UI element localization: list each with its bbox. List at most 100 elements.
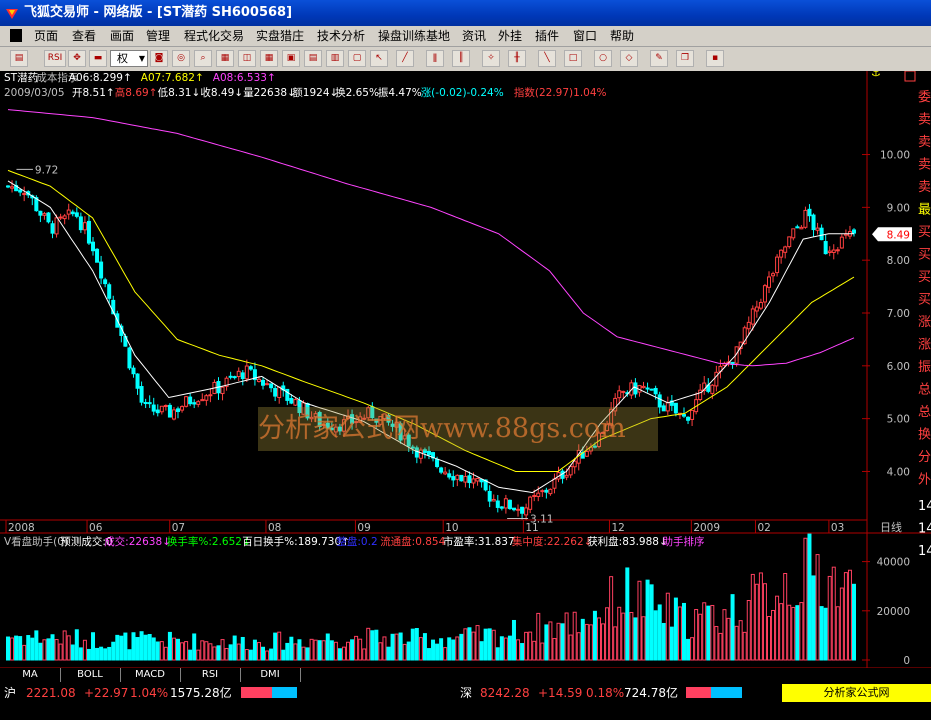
periodicity-label: 日线: [880, 520, 902, 534]
tab-boll[interactable]: BOLL: [60, 668, 121, 682]
volume-bar: [10, 637, 15, 661]
candle-body: [491, 498, 496, 502]
copy-icon[interactable]: ❐: [676, 50, 694, 67]
window-icon[interactable]: ◫: [238, 50, 256, 67]
volume-bar: [592, 610, 597, 661]
menu-item-9[interactable]: 外挂: [494, 26, 526, 46]
right-panel-label: 委: [918, 90, 931, 105]
volume-bar: [734, 625, 739, 661]
volume-bar: [625, 567, 630, 661]
volume-bar: [702, 602, 707, 661]
monitor-icon[interactable]: ▢: [348, 50, 366, 67]
chart-icon[interactable]: ◎: [172, 50, 190, 67]
cursor-icon[interactable]: ↖: [370, 50, 388, 67]
menu-item-0[interactable]: 页面: [30, 26, 62, 46]
minus-icon[interactable]: ▬: [89, 50, 107, 67]
x-tick-label: 12: [611, 522, 624, 534]
kline-chart[interactable]: ST潜药成本指示A06:8.299↑ A07:7.682↑ A08:6.533↑20…: [0, 71, 931, 668]
volume-header-item: 市盈率:31.837: [443, 535, 515, 548]
volume-bar: [333, 641, 338, 661]
tab-dmi[interactable]: DMI: [240, 668, 301, 682]
calc-icon[interactable]: ▤: [304, 50, 322, 67]
menu-item-8[interactable]: 资讯: [458, 26, 490, 46]
text-tool-icon[interactable]: ǁ: [426, 50, 444, 67]
candle-body: [507, 499, 512, 510]
volume-bar: [329, 640, 334, 661]
save-icon[interactable]: ▪: [706, 50, 724, 67]
candle-body: [673, 402, 678, 414]
volume-bar: [795, 605, 800, 661]
volume-bar: [819, 606, 824, 661]
info-line2-item: 指数(22.97)1.04%: [514, 86, 607, 99]
document-icon[interactable]: [10, 29, 22, 42]
tab-rsi[interactable]: RSI: [180, 668, 241, 682]
candle-body: [103, 279, 108, 285]
menu-item-4[interactable]: 程式化交易: [180, 26, 248, 46]
candle-body: [200, 399, 205, 402]
volume-bar: [350, 639, 355, 661]
open-icon[interactable]: ▤: [10, 50, 28, 67]
layers-icon[interactable]: ▦: [216, 50, 234, 67]
erase-icon[interactable]: ◇: [620, 50, 638, 67]
menu-item-6[interactable]: 技术分析: [313, 26, 369, 46]
rsi-label: RSI: [47, 53, 63, 63]
volume-bar: [601, 623, 606, 661]
candle-body: [256, 378, 261, 382]
volume-bar: [131, 632, 136, 661]
ellipse-icon[interactable]: ○: [594, 50, 612, 67]
volume-bar: [22, 644, 27, 661]
menu-item-7[interactable]: 操盘训练基地: [374, 26, 454, 46]
volume-bar: [511, 619, 516, 661]
volume-bar: [297, 639, 302, 661]
candle-body: [823, 241, 828, 255]
sh-label: 沪: [4, 686, 17, 700]
diag-icon[interactable]: ╲: [538, 50, 556, 67]
menu-item-1[interactable]: 查看: [68, 26, 100, 46]
tab-ma[interactable]: MA: [0, 668, 61, 682]
volume-header-item: 百日换手%:189.730↑: [242, 535, 350, 548]
volume-bar: [665, 592, 670, 661]
menu-item-12[interactable]: 帮助: [606, 26, 638, 46]
volume-bar: [483, 628, 488, 661]
bars-icon[interactable]: ║: [452, 50, 470, 67]
volume-bar: [443, 647, 448, 661]
rect-icon[interactable]: □: [564, 50, 582, 67]
rsi-button[interactable]: RSI: [44, 50, 66, 67]
channel-icon[interactable]: ╫: [508, 50, 526, 67]
candle-body: [180, 406, 185, 411]
menu-item-2[interactable]: 画面: [106, 26, 138, 46]
candle-body: [621, 390, 626, 393]
candle-body: [451, 476, 456, 481]
fan-icon[interactable]: ✧: [482, 50, 500, 67]
menu-item-10[interactable]: 插件: [531, 26, 563, 46]
menu-item-3[interactable]: 管理: [142, 26, 174, 46]
pen-icon[interactable]: ✎: [650, 50, 668, 67]
info-line1-item: A06:8.299↑: [69, 72, 132, 84]
candle-body: [273, 387, 278, 397]
grid-icon[interactable]: ▦: [260, 50, 278, 67]
move-icon[interactable]: ✥: [68, 50, 86, 67]
candle-icon[interactable]: ◙: [150, 50, 168, 67]
volume-bar: [42, 639, 47, 661]
line-tool-icon[interactable]: ╱: [396, 50, 414, 67]
zoom-icon[interactable]: ⌕: [194, 50, 212, 67]
book-icon[interactable]: ▣: [282, 50, 300, 67]
sh-amount: 1575.28亿: [170, 686, 232, 700]
volume-bar: [135, 637, 140, 661]
volume-bar: [390, 633, 395, 661]
volume-bar: [439, 638, 444, 661]
volume-bar: [273, 632, 278, 661]
menu-item-11[interactable]: 窗口: [569, 26, 601, 46]
candle-body: [99, 261, 104, 279]
candle-body: [232, 376, 237, 379]
table-icon[interactable]: ▥: [326, 50, 344, 67]
tab-macd[interactable]: MACD: [120, 668, 181, 682]
volume-bar: [410, 628, 415, 661]
indicator-tabs: MA BOLL MACD RSI DMI: [0, 668, 931, 683]
vol-y-tick-label: 20000: [877, 606, 910, 618]
menu-item-5[interactable]: 实盘猎庄: [252, 26, 308, 46]
volume-bar: [520, 643, 525, 661]
volume-bar: [714, 626, 719, 661]
quan-select[interactable]: 权: [110, 50, 148, 67]
y-tick-label: 4.00: [887, 466, 910, 478]
